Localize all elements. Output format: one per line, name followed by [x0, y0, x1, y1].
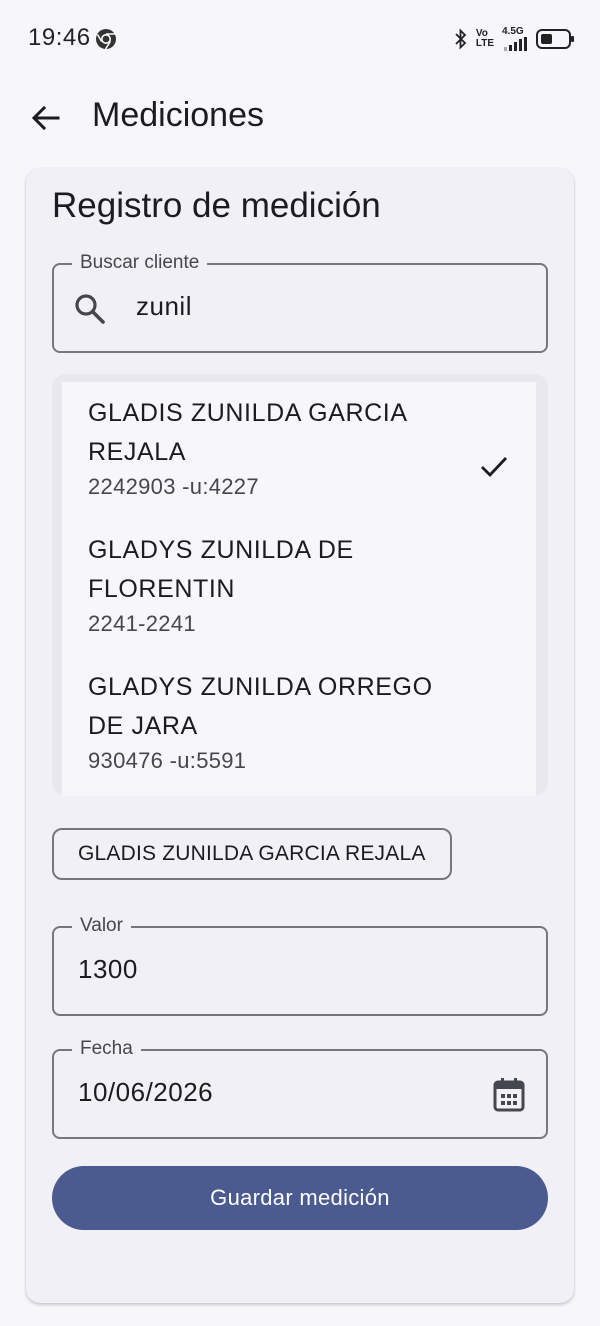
search-client-field[interactable]: Buscar cliente zunil	[52, 251, 548, 353]
chrome-icon	[96, 29, 116, 50]
status-time: 19:46	[28, 24, 91, 51]
network-lte: LTE	[475, 38, 494, 49]
fecha-label: Fecha	[72, 1037, 141, 1061]
client-result-name: GLADYS ZUNILDA ORREGO DE JARA	[88, 673, 433, 740]
save-measurement-button[interactable]: Guardar medición	[52, 1166, 548, 1230]
app-bar: Mediciones	[0, 80, 600, 156]
arrow-back-icon	[31, 105, 60, 131]
page-title: Mediciones	[92, 96, 264, 134]
client-result-item[interactable]: GLADIS ZUNILDA GARCIA REJALA 2242903 -u:…	[62, 394, 536, 502]
client-result-name: GLADYS ZUNILDA DE FLORENTIN	[88, 536, 354, 603]
client-result-name: GLADIS ZUNILDA GARCIA REJALA	[88, 399, 407, 466]
fecha-field[interactable]: Fecha 10/06/2026	[52, 1037, 548, 1139]
client-result-item[interactable]: GLADYS ZUNILDA ORREGO DE JARA 930476 -u:…	[62, 668, 536, 776]
check-icon	[481, 457, 508, 478]
selected-client-chip[interactable]: GLADIS ZUNILDA GARCIA REJALA	[52, 828, 452, 880]
network-type: Vo LTE	[476, 29, 494, 49]
status-bar: 19:46 Vo LTE 4.5G	[0, 0, 600, 80]
valor-field[interactable]: Valor 1300	[52, 914, 548, 1016]
bluetooth-icon	[455, 28, 467, 50]
search-icon	[75, 294, 105, 324]
calendar-icon[interactable]	[492, 1077, 526, 1113]
search-client-label: Buscar cliente	[72, 251, 208, 275]
measurement-card: Registro de medición Buscar cliente zuni…	[26, 168, 574, 1303]
valor-label: Valor	[72, 914, 131, 938]
signal-icon	[504, 37, 527, 51]
card-title: Registro de medición	[52, 186, 381, 225]
battery-icon	[536, 29, 574, 49]
valor-input[interactable]: 1300	[78, 954, 138, 985]
client-result-code: 2241-2241	[88, 611, 196, 636]
client-result-code: 2242903 -u:4227	[88, 474, 259, 499]
search-client-input[interactable]: zunil	[136, 291, 192, 322]
signal-group: 4.5G	[502, 27, 528, 51]
status-icons: Vo LTE 4.5G	[454, 24, 576, 54]
client-results-list: GLADIS ZUNILDA GARCIA REJALA 2242903 -u:…	[52, 374, 548, 796]
back-button[interactable]	[22, 94, 70, 142]
network-gen: 4.5G	[502, 26, 524, 37]
client-result-code: 930476 -u:5591	[88, 748, 247, 773]
fecha-input[interactable]: 10/06/2026	[78, 1077, 213, 1108]
client-results-scroll[interactable]: GLADIS ZUNILDA GARCIA REJALA 2242903 -u:…	[62, 382, 536, 796]
client-result-item[interactable]: GLADYS ZUNILDA DE FLORENTIN 2241-2241	[62, 531, 536, 639]
